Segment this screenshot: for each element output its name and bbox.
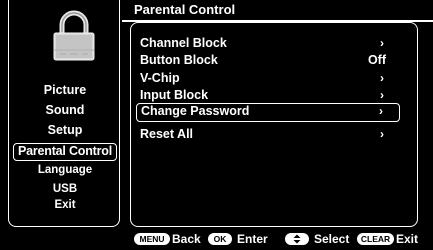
menu-item-label: Channel Block [140, 36, 227, 50]
exit-hint: Exit [396, 232, 419, 246]
sidebar-item-picture[interactable]: Picture [9, 82, 121, 98]
sidebar-item-usb[interactable]: USB [9, 181, 121, 197]
back-hint: Back [172, 232, 201, 246]
menu-item-input-block[interactable]: Input Block › [136, 87, 400, 104]
chevron-right-icon: › [380, 36, 384, 50]
menu-item-reset-all[interactable]: Reset All › [136, 126, 400, 143]
menu-item-channel-block[interactable]: Channel Block › [136, 35, 400, 52]
sidebar-item-exit[interactable]: Exit [9, 197, 121, 213]
clear-key-icon: CLEAR [357, 233, 394, 245]
chevron-right-icon: › [380, 71, 384, 85]
menu-item-label: Change Password [141, 104, 250, 118]
up-down-key-icon [285, 233, 309, 245]
sidebar-item-setup[interactable]: Setup [9, 122, 121, 138]
tv-osd-screen: Parental Control Picture Sound Setup Par… [0, 0, 433, 250]
menu-item-button-block[interactable]: Button Block Off [136, 52, 400, 69]
menu-key-icon: MENU [134, 233, 170, 245]
menu-item-label: Input Block [140, 88, 209, 102]
menu-panel: Channel Block › Button Block Off V-Chip … [130, 22, 418, 227]
menu-item-v-chip[interactable]: V-Chip › [136, 70, 400, 87]
menu-item-change-password[interactable]: Change Password › [136, 103, 400, 122]
select-hint: Select [314, 232, 350, 246]
chevron-right-icon: › [379, 104, 383, 118]
sidebar: Picture Sound Setup Parental Control Lan… [8, 0, 120, 227]
footer-hints: MENU Back OK Enter Select CLEAR Exit [132, 231, 433, 247]
menu-item-label: Reset All [140, 127, 194, 141]
chevron-right-icon: › [380, 88, 384, 102]
menu-item-label: V-Chip [140, 71, 180, 85]
sidebar-item-sound[interactable]: Sound [9, 102, 121, 118]
menu-item-value: Off [367, 53, 386, 67]
sidebar-item-parental-control[interactable]: Parental Control [13, 143, 117, 161]
sidebar-item-language[interactable]: Language [9, 162, 121, 178]
enter-hint: Enter [237, 232, 268, 246]
page-title: Parental Control [134, 2, 236, 17]
ok-key-icon: OK [208, 233, 232, 245]
header-bar: Parental Control [122, 0, 433, 22]
chevron-right-icon: › [380, 127, 384, 141]
menu-item-label: Button Block [140, 53, 218, 67]
padlock-icon [53, 10, 95, 61]
